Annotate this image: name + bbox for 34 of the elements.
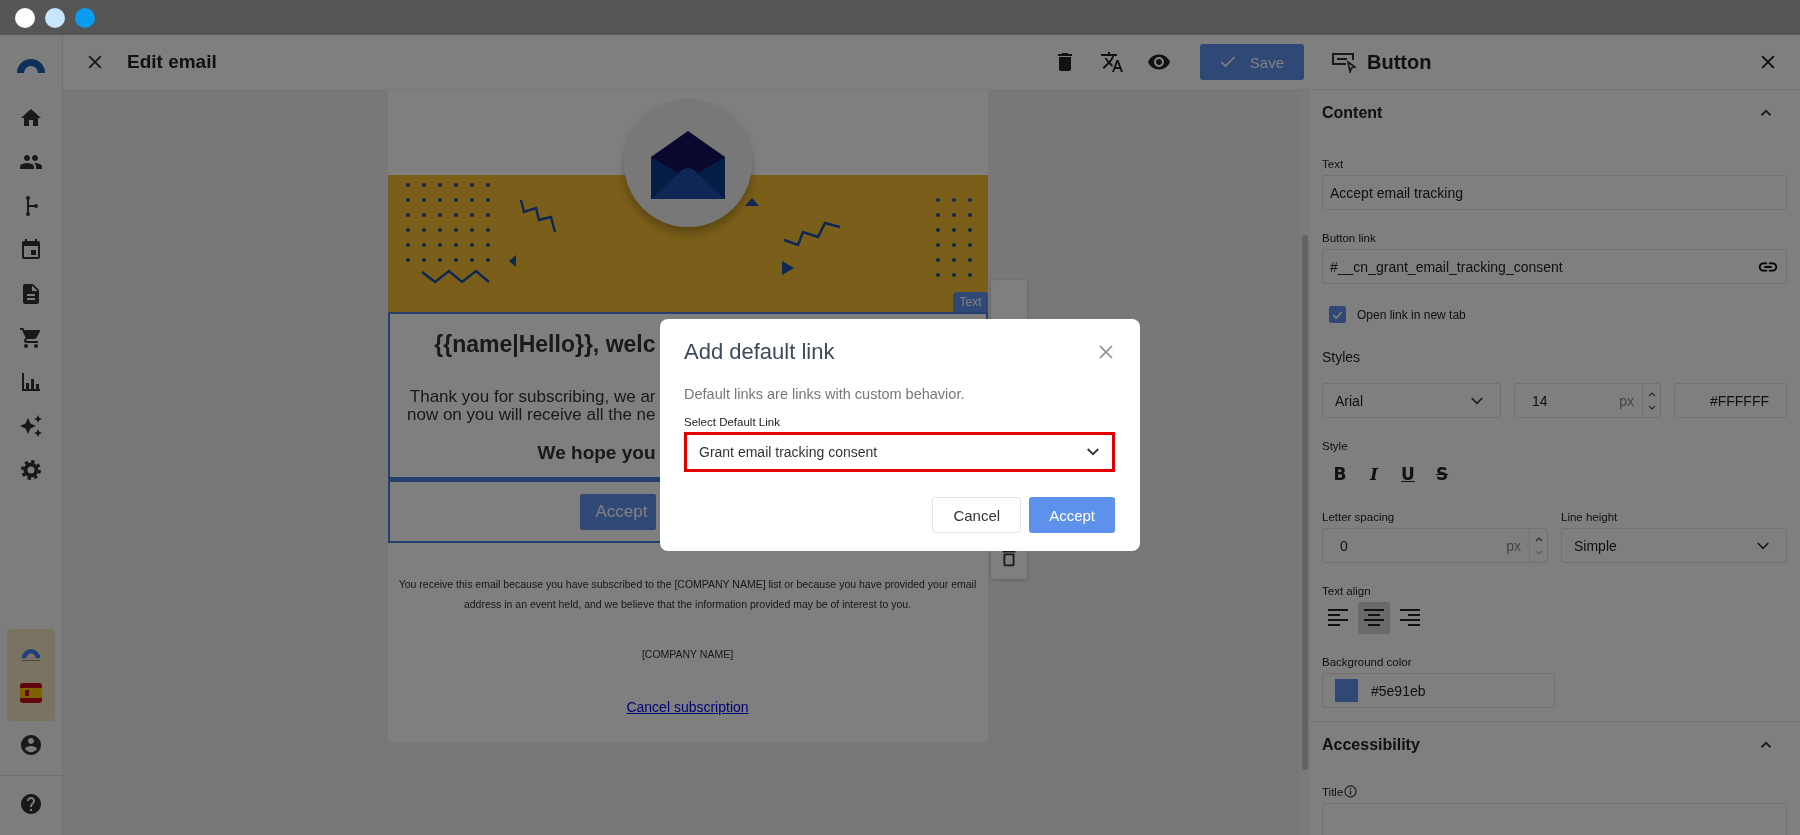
email-text-line: Thank you for subscribing, we ar: [408, 388, 656, 406]
email-button: Accept: [579, 493, 656, 530]
group-title: Styles: [1322, 349, 1362, 365]
dialog-description: Default links are links with custom behavior.: [684, 386, 966, 402]
field-label: Button link: [1322, 232, 1377, 244]
email-closing: We hope you: [536, 442, 656, 464]
section-title: Content: [1322, 104, 1383, 122]
field-label: Select Default Link: [684, 416, 781, 428]
field-value: 0: [1340, 537, 1349, 554]
email-heading: {{name|Hello}}, welc: [433, 330, 656, 358]
field-label: Text: [1322, 158, 1345, 170]
field-label: Letter spacing: [1322, 511, 1396, 523]
block-type-badge: Text: [953, 292, 988, 312]
unit-label: px: [1619, 392, 1634, 409]
unit-label: px: [1506, 537, 1521, 554]
field-value: #5e91eb: [1371, 682, 1426, 699]
company-name: [COMPANY NAME]: [640, 648, 735, 660]
field-label: Title: [1322, 785, 1344, 798]
panel-title: Button: [1367, 50, 1432, 74]
select-value: Grant email tracking consent: [699, 444, 878, 460]
page-title: Edit email: [127, 51, 217, 73]
field-label: Background color: [1322, 656, 1413, 668]
select-value: Arial: [1335, 392, 1363, 409]
select-value: Simple: [1574, 537, 1617, 554]
field-label: Text align: [1322, 585, 1372, 597]
footer-text: You receive this email because you have subscribed to the [COMPANY NAME] list or because you have provided your email address in an event held, and we believe that the information provided may be of interest to you.: [397, 577, 978, 612]
email-text-line: now on you will receive all the ne: [405, 406, 656, 424]
section-title: Accessibility: [1322, 736, 1420, 754]
dialog-title: Add default link: [684, 339, 835, 365]
field-label: Line height: [1561, 511, 1619, 523]
field-value: 14: [1532, 392, 1549, 409]
field-label: Style: [1322, 440, 1349, 452]
checkbox-label: Open link in new tab: [1357, 307, 1466, 322]
link-value: #__cn_grant_email_tracking_consent: [1330, 258, 1563, 275]
